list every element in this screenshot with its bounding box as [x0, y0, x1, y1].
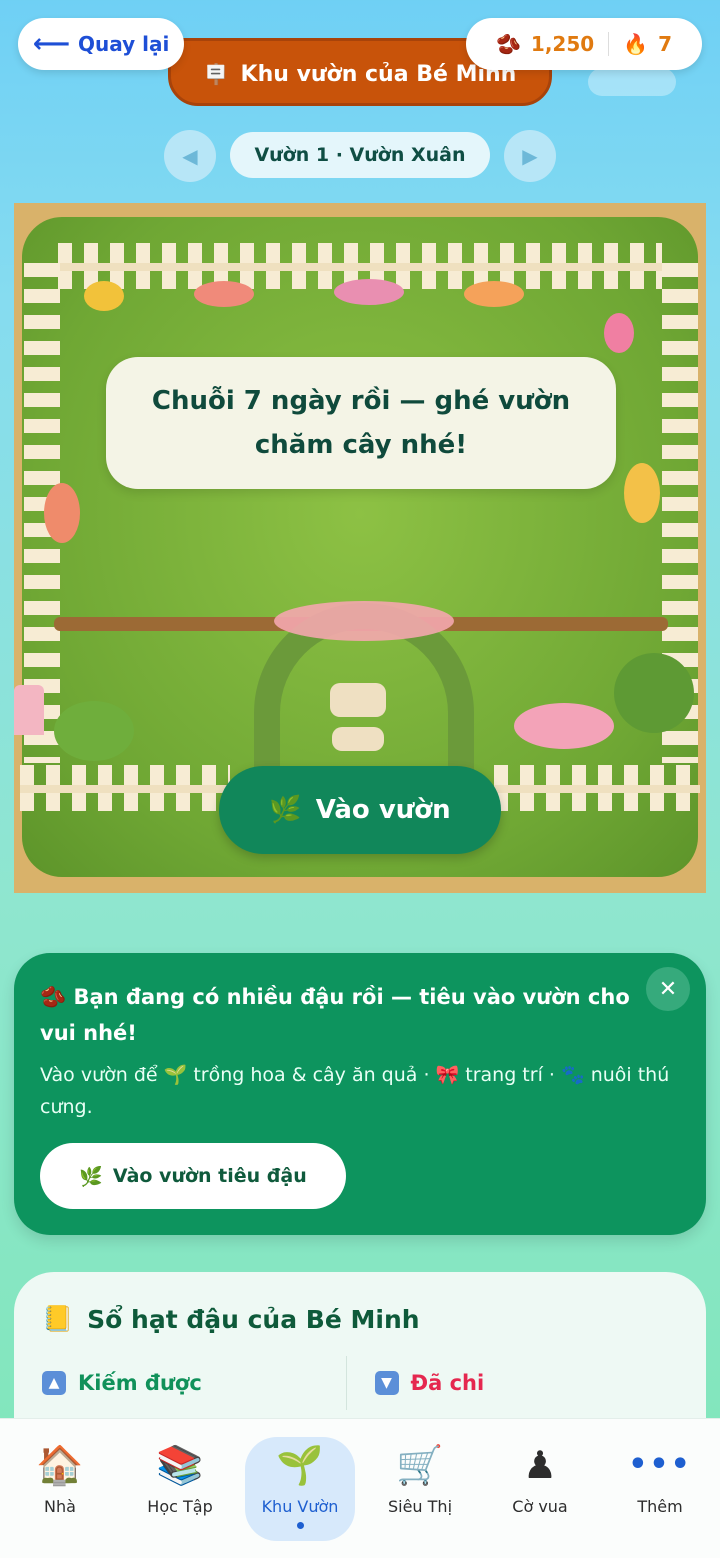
- spend-beans-label: Vào vườn tiêu đậu: [112, 1165, 307, 1187]
- active-indicator: [296, 1522, 304, 1529]
- mailbox: [14, 685, 44, 735]
- ledger-title-text: Sổ hạt đậu của Bé Minh: [87, 1304, 420, 1334]
- triangle-left-icon: ◀: [182, 144, 198, 168]
- flower-cluster: [514, 703, 614, 749]
- header-decoration: [588, 68, 676, 96]
- stats-pill[interactable]: 🫘 1,250 🔥 7: [466, 18, 702, 70]
- promo-body-decor: trang trí ·: [465, 1064, 555, 1086]
- arrow-left-icon: ⟵: [32, 29, 70, 59]
- nav-item-home[interactable]: 🏠 Nhà: [5, 1437, 115, 1541]
- signpost-icon: 🪧: [203, 62, 229, 86]
- arrow-down-icon: ▼: [374, 1371, 399, 1395]
- herb-icon: 🌿: [269, 795, 302, 825]
- seedling-icon: 🌱: [163, 1064, 188, 1086]
- spent-label: Đã chi: [410, 1371, 485, 1395]
- promo-headline: 🫘 Bạn đang có nhiều đậu rồi — tiêu vào v…: [40, 979, 680, 1051]
- garden-scene[interactable]: Chuỗi 7 ngày rồi — ghé vườn chăm cây nhé…: [14, 203, 706, 893]
- bush: [54, 701, 134, 761]
- fence-bottom-right: [494, 765, 700, 811]
- herb-icon: 🌿: [79, 1165, 103, 1188]
- bean-icon: 🫘: [496, 32, 521, 56]
- flower-cluster: [334, 279, 404, 305]
- ribbon-icon: 🎀: [435, 1064, 460, 1086]
- house-icon: 🏠: [36, 1443, 84, 1487]
- close-icon: ✕: [658, 976, 678, 1002]
- nav-label: Thêm: [637, 1497, 683, 1516]
- page-title: Khu vườn của Bé Minh: [240, 61, 517, 87]
- nav-label: Cờ vua: [512, 1497, 568, 1516]
- paw-icon: 🐾: [560, 1064, 585, 1086]
- nav-label: Khu Vườn: [261, 1497, 339, 1516]
- next-garden-button[interactable]: ▶: [504, 130, 556, 182]
- nav-item-study[interactable]: 📚 Học Tập: [125, 1437, 235, 1541]
- triangle-right-icon: ▶: [522, 144, 538, 168]
- flower-cluster: [464, 281, 524, 307]
- bean-icon: 🫘: [40, 985, 67, 1009]
- back-button[interactable]: ⟵ Quay lại: [18, 18, 184, 70]
- nav-label: Siêu Thị: [387, 1497, 453, 1516]
- bean-count: 1,250: [530, 32, 595, 56]
- stepping-stone: [332, 727, 384, 751]
- enter-garden-label: Vào vườn: [315, 795, 451, 825]
- ledger-title: 📒 Sổ hạt đậu của Bé Minh: [42, 1304, 678, 1334]
- fence-bottom-left: [20, 765, 230, 811]
- streak-message-bubble: Chuỗi 7 ngày rồi — ghé vườn chăm cây nhé…: [106, 357, 616, 489]
- spend-beans-button[interactable]: 🌿 Vào vườn tiêu đậu: [40, 1143, 346, 1209]
- rose-cluster: [274, 601, 454, 641]
- bottom-nav: 🏠 Nhà 📚 Học Tập 🌱 Khu Vườn 🛒 Siêu Thị ♟ …: [0, 1418, 720, 1558]
- spend-beans-card: ✕ 🫘 Bạn đang có nhiều đậu rồi — tiêu vào…: [14, 953, 706, 1235]
- arrow-up-icon: ▲: [42, 1371, 66, 1395]
- back-button-label: Quay lại: [77, 32, 170, 56]
- chess-pawn-icon: ♟: [522, 1443, 558, 1487]
- close-button[interactable]: ✕: [646, 967, 690, 1011]
- promo-body-prefix: Vào vườn để: [40, 1064, 158, 1086]
- promo-body-grow: trồng hoa & cây ăn quả ·: [193, 1064, 430, 1086]
- enter-garden-button[interactable]: 🌿 Vào vườn: [219, 766, 501, 854]
- notebook-icon: 📒: [42, 1304, 74, 1333]
- nav-item-market[interactable]: 🛒 Siêu Thị: [365, 1437, 475, 1541]
- streak-count: 7: [658, 32, 672, 56]
- fire-icon: 🔥: [623, 32, 649, 56]
- cart-icon: 🛒: [396, 1443, 444, 1487]
- books-icon: 📚: [156, 1443, 204, 1487]
- flower-cluster: [44, 483, 80, 543]
- flower-cluster: [624, 463, 660, 523]
- nav-item-garden[interactable]: 🌱 Khu Vườn: [245, 1437, 355, 1541]
- nav-item-chess[interactable]: ♟ Cờ vua: [485, 1437, 595, 1541]
- ledger-columns: ▲ Kiếm được ▼ Đã chi: [42, 1356, 678, 1410]
- garden-name: Vườn 1 · Vườn Xuân: [254, 144, 466, 166]
- stats-divider: [608, 32, 610, 56]
- earned-label: Kiếm được: [78, 1371, 202, 1395]
- more-dots-icon: •••: [628, 1447, 692, 1482]
- promo-headline-text: Bạn đang có nhiều đậu rồi — tiêu vào vườ…: [40, 985, 630, 1045]
- flower-cluster: [84, 281, 124, 311]
- bush: [614, 653, 694, 733]
- stepping-stone: [330, 683, 386, 717]
- streak-message: Chuỗi 7 ngày rồi — ghé vườn chăm cây nhé…: [151, 386, 571, 460]
- seedling-icon: 🌱: [276, 1443, 324, 1487]
- nav-label: Nhà: [44, 1497, 76, 1516]
- nav-item-more[interactable]: ••• Thêm: [605, 1437, 715, 1541]
- garden-name-pill: Vườn 1 · Vườn Xuân: [230, 132, 490, 178]
- nav-label: Học Tập: [147, 1497, 213, 1516]
- flower-cluster: [194, 281, 254, 307]
- flower-cluster: [604, 313, 634, 353]
- promo-body: Vào vườn để 🌱 trồng hoa & cây ăn quả · 🎀…: [40, 1059, 680, 1123]
- earned-column: ▲ Kiếm được: [42, 1356, 347, 1410]
- previous-garden-button[interactable]: ◀: [164, 130, 216, 182]
- spent-column: ▼ Đã chi: [347, 1356, 679, 1410]
